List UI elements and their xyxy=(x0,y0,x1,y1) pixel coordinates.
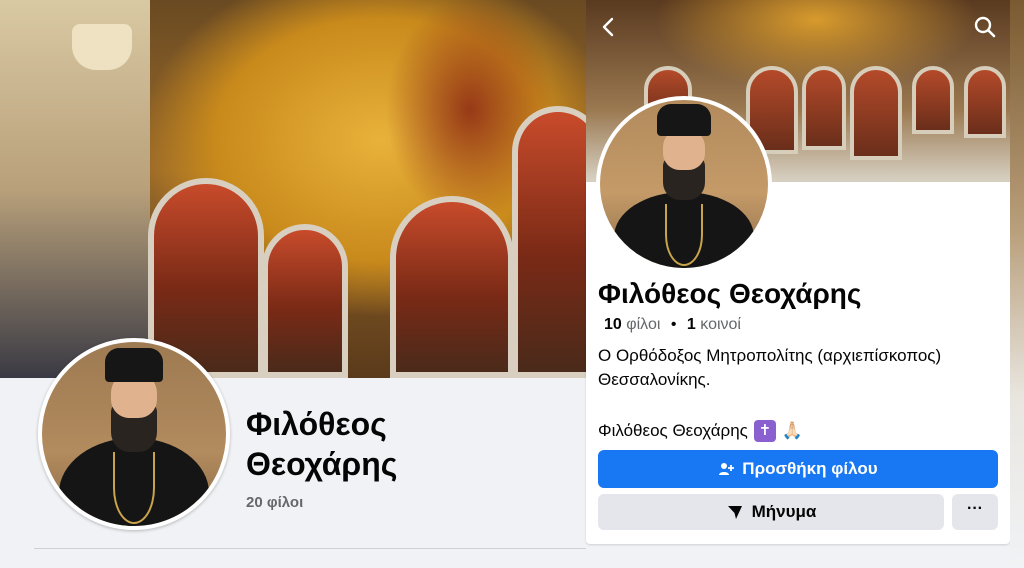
friends-count-left[interactable]: 20 φίλοι xyxy=(246,494,303,511)
cover-arch xyxy=(850,66,902,160)
cross-emoji-icon: ✝ xyxy=(753,420,776,442)
cover-arch xyxy=(964,66,1006,138)
profile-signature: Φιλόθεος Θεοχάρης ✝ 🙏🏻 xyxy=(598,420,803,442)
add-person-icon xyxy=(719,463,735,475)
divider xyxy=(34,548,586,549)
profile-name-last: Θεοχάρης xyxy=(246,446,398,482)
cover-photo-left[interactable] xyxy=(0,0,600,378)
cover-icon-panel xyxy=(390,196,514,378)
cover-arch xyxy=(912,66,954,134)
background-edge xyxy=(1010,0,1024,568)
profile-name-left: Φιλόθεος Θεοχάρης xyxy=(246,404,566,484)
signature-text: Φιλόθεος Θεοχάρης xyxy=(598,421,748,440)
profile-name-first: Φιλόθεος xyxy=(246,406,387,442)
more-options-button[interactable]: ··· xyxy=(952,494,998,530)
friends-word[interactable]: φίλοι xyxy=(626,316,660,333)
messenger-icon xyxy=(727,506,742,519)
back-chevron-icon[interactable] xyxy=(596,14,622,40)
friends-counts: 10 φίλοι • 1 κοινοί xyxy=(604,316,741,334)
mutual-word[interactable]: κοινοί xyxy=(700,316,741,333)
profile-name-right: Φιλόθεος Θεοχάρης xyxy=(598,278,862,309)
friends-count-number: 10 xyxy=(604,316,622,333)
search-icon[interactable] xyxy=(972,14,998,40)
message-label: Μήνυμα xyxy=(751,502,817,521)
profile-bio: Ο Ορθόδοξος Μητροπολίτης (αρχιεπίσκοπος)… xyxy=(598,346,942,389)
dot-separator: • xyxy=(670,316,677,333)
cover-arch xyxy=(802,66,846,150)
add-friend-button[interactable]: Προσθήκη φίλου xyxy=(598,450,998,488)
message-button[interactable]: Μήνυμα xyxy=(598,494,944,530)
profile-picture-right[interactable] xyxy=(596,96,772,272)
mutual-count-number: 1 xyxy=(686,316,696,333)
praying-hands-emoji-icon: 🙏🏻 xyxy=(781,421,804,440)
cover-icon-panel xyxy=(262,224,348,378)
add-friend-label: Προσθήκη φίλου xyxy=(742,459,878,478)
cover-lamp xyxy=(72,24,132,70)
profile-picture-left[interactable] xyxy=(38,338,230,530)
